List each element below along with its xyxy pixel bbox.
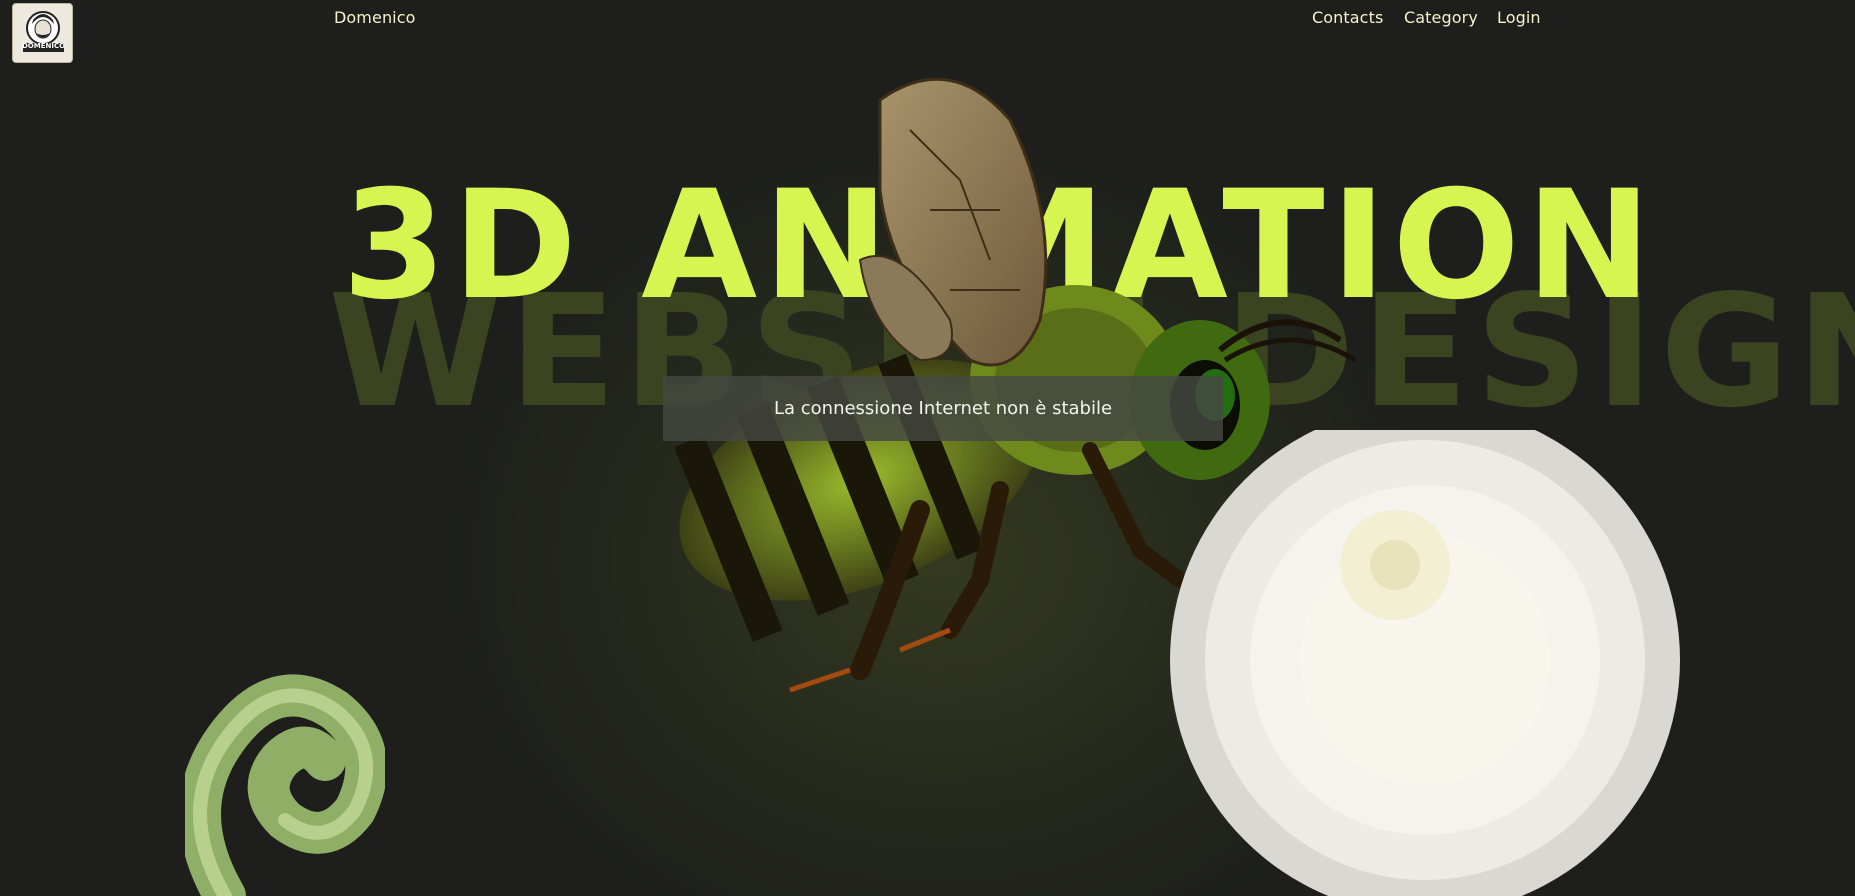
logo[interactable]: DOMENICO	[12, 3, 73, 63]
logo-text: DOMENICO	[21, 42, 66, 50]
nav-category[interactable]: Category	[1404, 8, 1478, 27]
logo-portrait-icon	[23, 11, 64, 52]
nav-contacts[interactable]: Contacts	[1312, 8, 1383, 27]
brand-link[interactable]: Domenico	[334, 8, 416, 27]
flower-illustration-icon	[1170, 430, 1680, 896]
fern-illustration-icon	[185, 674, 385, 896]
connection-toast: La connessione Internet non è stabile	[663, 376, 1223, 441]
nav-login[interactable]: Login	[1497, 8, 1541, 27]
toast-message: La connessione Internet non è stabile	[773, 398, 1113, 419]
